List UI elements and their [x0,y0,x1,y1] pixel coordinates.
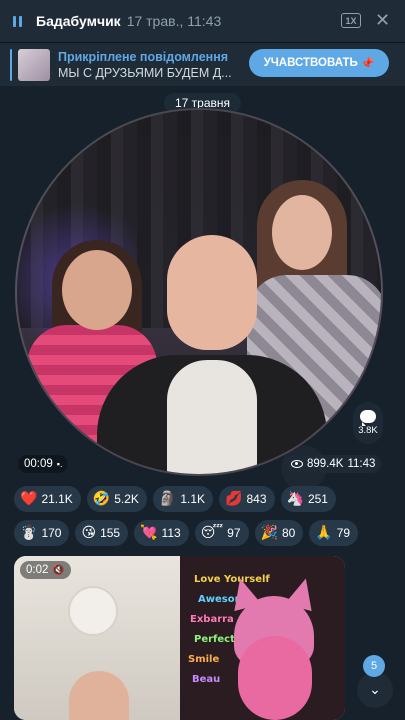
reactions-panel: ❤️ 21.1K 🤣 5.2K 🗿 1.1K 💋 843 🦄 251 ☃️ 170 😘 155… [14,486,374,554]
reaction-count: 5.2K [114,492,139,506]
reaction-count: 843 [246,492,267,506]
video-duration-badge: 00:09 ▪. [18,455,69,473]
kiss-face-icon: 😘 [81,525,97,541]
reaction-chip[interactable]: 😴 97 [194,520,249,546]
kiss-mark-icon: 💋 [225,491,243,507]
ceiling-lamp [68,586,118,636]
pray-icon: 🙏 [315,525,333,541]
reaction-chip[interactable]: 😘 155 [75,520,129,546]
reaction-chip[interactable]: 🙏 79 [309,520,359,546]
reaction-chip[interactable]: 🎉 80 [254,520,304,546]
video-person [167,360,257,474]
message-time: 11:43 [347,458,376,470]
reaction-count: 97 [227,526,241,540]
close-icon[interactable]: ✕ [375,10,390,31]
reactions-row: ❤️ 21.1K 🤣 5.2K 🗿 1.1K 💋 843 🦄 251 [14,486,374,512]
heart-arrow-icon: 💘 [140,525,158,541]
participate-button-label: УЧАВСТВОВАТЬ [263,57,358,69]
round-video-message[interactable] [15,108,383,476]
poster-text: Exbarra [190,614,234,625]
video-person [272,195,332,270]
player-title: Бадабумчик [36,13,121,29]
views-badge: 899.4K 11:43 [285,455,382,473]
reactions-row: ☃️ 170 😘 155 💘 113 😴 97 🎉 80 🙏 79 [14,520,374,546]
reaction-count: 251 [307,492,328,506]
video-duration: 0:02 [26,564,49,576]
pinned-indicator [10,48,12,81]
sound-icon: ▪. [56,459,63,469]
pinned-title: Прикріплене повідомлення [58,49,229,64]
reaction-chip[interactable]: 💋 843 [219,486,275,512]
scroll-down-button[interactable]: ⌄ [357,672,393,708]
eye-icon [291,460,303,468]
player-date: 17 трав., 11:43 [126,13,222,29]
poster-text: Perfect [194,634,235,645]
reaction-count: 21.1K [41,492,73,506]
chevron-down-icon: ⌄ [369,682,381,698]
rofl-icon: 🤣 [92,491,111,507]
reaction-chip[interactable]: 💘 113 [134,520,189,546]
pause-icon[interactable] [10,14,24,28]
reaction-count: 1.1K [180,492,206,506]
party-popper-icon: 🎉 [260,525,278,541]
video-person [62,250,132,330]
video-duration: 00:09 [24,458,53,470]
comments-button[interactable]: 3.8K [353,402,383,444]
pushpin-icon: 📌 [360,57,375,70]
reaction-chip[interactable]: 🤣 5.2K [86,486,147,512]
video-person [69,671,129,720]
unicorn-icon: 🦄 [286,491,304,507]
poster-text: Beau [192,674,221,685]
poster-text: Smile [188,654,220,665]
participate-button[interactable]: УЧАВСТВОВАТЬ 📌 [249,49,389,77]
reaction-count: 113 [161,526,181,540]
reaction-count: 79 [336,526,351,540]
pinned-thumbnail [18,48,50,81]
views-count: 899.4K [307,458,344,470]
reaction-chip[interactable]: 🦄 251 [280,486,336,512]
sleepy-icon: 😴 [200,525,224,541]
video-person [238,636,312,720]
heart-icon: ❤️ [20,491,38,507]
video-duration-badge: 0:02 🔇 [20,561,71,579]
pinned-text: МЫ С ДРУЗЬЯМИ БУДЕМ Д... [58,65,232,80]
snowman-icon: ☃️ [20,525,38,541]
moai-icon: 🗿 [158,491,177,507]
reaction-count: 170 [41,526,62,540]
reaction-chip[interactable]: 🗿 1.1K [152,486,214,512]
video-message[interactable]: Love Yourself Awesome Exbarra Perfect Sm… [14,556,345,720]
playback-speed-button[interactable]: 1X [341,13,361,28]
video-person [167,235,257,350]
unread-count-badge: 5 [363,655,385,677]
video-left-frame [14,556,180,720]
comment-icon [360,410,376,426]
reaction-count: 155 [100,526,121,540]
reaction-count: 80 [281,526,296,540]
reaction-chip[interactable]: ☃️ 170 [14,520,70,546]
reaction-chip[interactable]: ❤️ 21.1K [14,486,81,512]
muted-speaker-icon[interactable]: 🔇 [52,565,64,576]
comments-count: 3.8K [358,425,378,436]
